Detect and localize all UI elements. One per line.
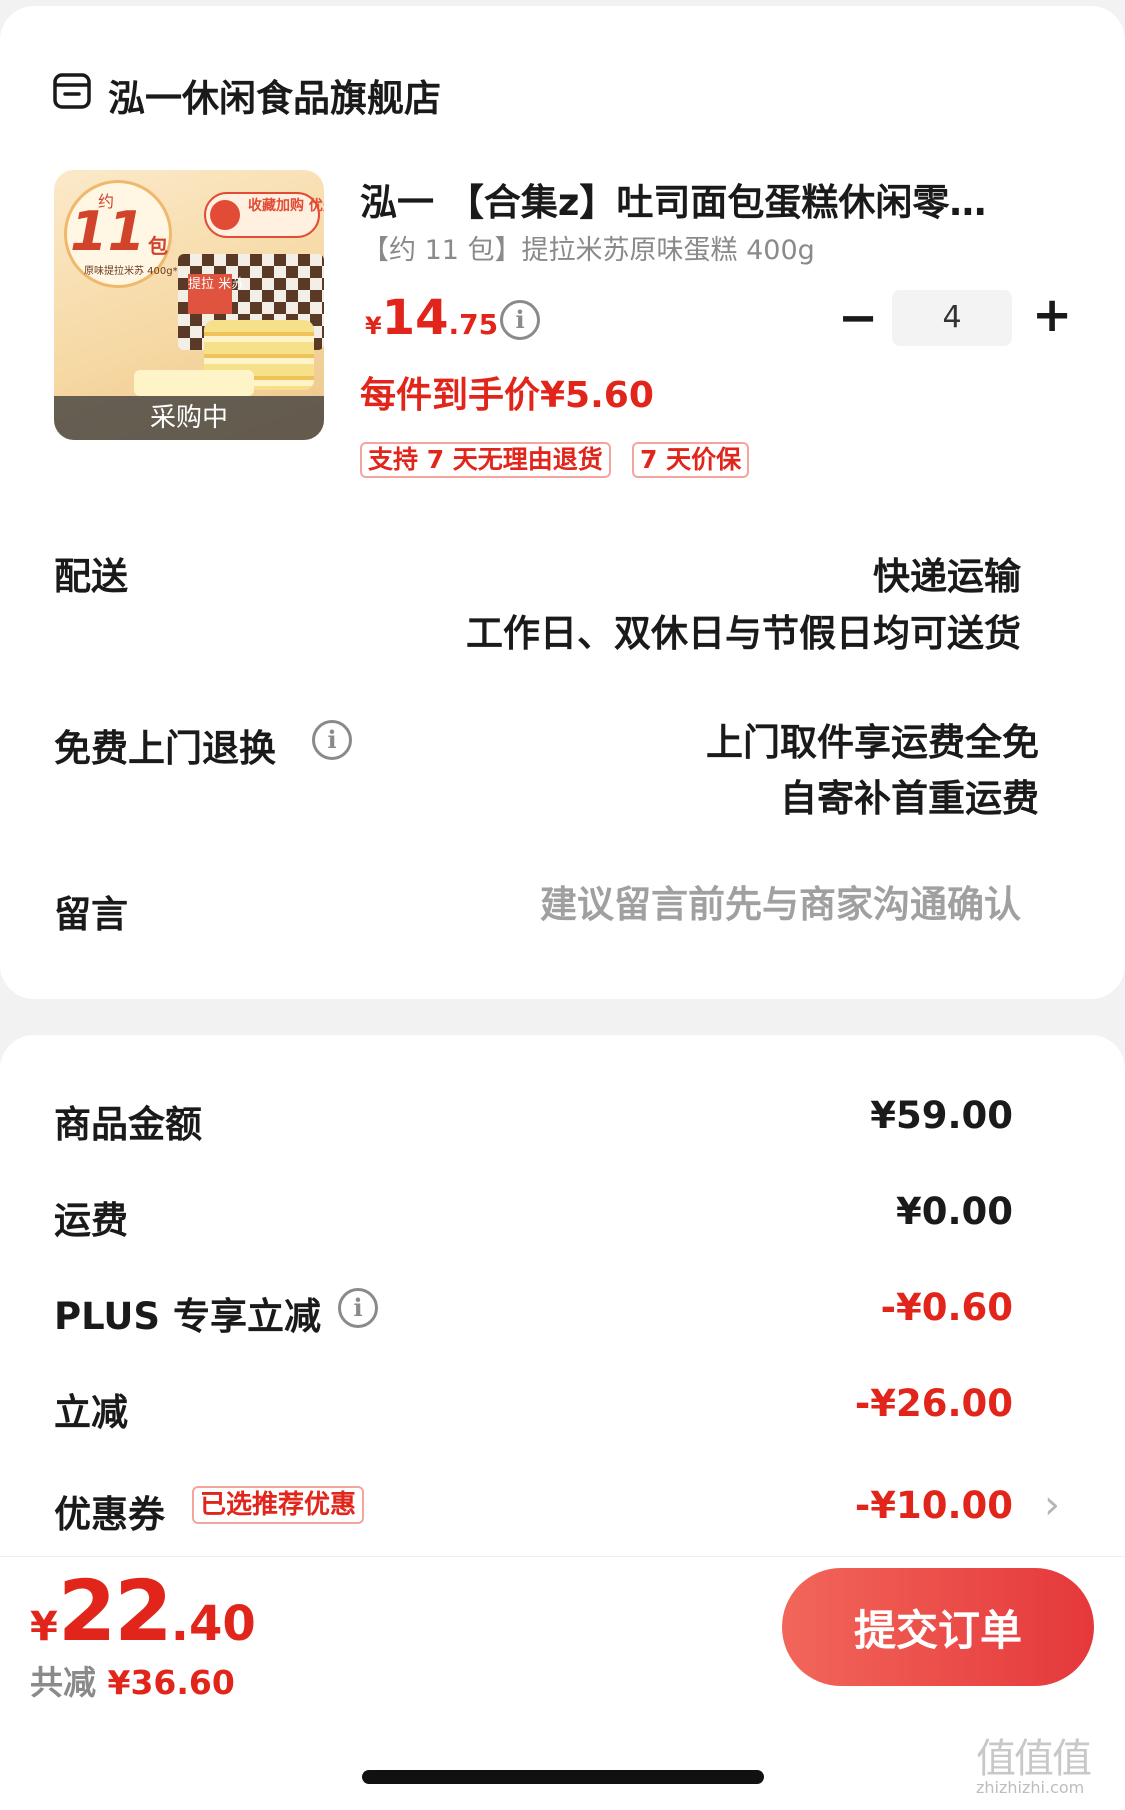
quantity-increase-button[interactable]: +: [1032, 291, 1072, 342]
purchasing-status-overlay: 采购中: [54, 396, 324, 440]
price-decimal: .75: [448, 308, 499, 341]
product-spec[interactable]: 【约 11 包】提拉米苏原味蛋糕 400g: [362, 228, 815, 267]
return-pickup-text: 上门取件享运费全免: [706, 721, 1039, 764]
product-price: ¥14.75: [365, 290, 498, 346]
submit-order-button[interactable]: 提交订单: [782, 1568, 1094, 1686]
return-self-ship-text: 自寄补首重运费: [780, 777, 1039, 820]
chevron-right-icon[interactable]: ›: [1044, 1482, 1060, 1528]
shipping-fee-value: ¥0.00: [895, 1190, 1013, 1233]
quantity-decrease-button[interactable]: −: [838, 294, 878, 344]
quantity-field[interactable]: 4: [892, 290, 1012, 346]
shipping-fee-label: 运费: [54, 1199, 128, 1242]
total-savings-label: 共减: [30, 1663, 108, 1702]
coupon-recommended-tag: 已选推荐优惠: [192, 1486, 365, 1524]
free-return-label: 免费上门退换: [54, 727, 276, 770]
total-integer: 22: [57, 1562, 173, 1660]
plus-discount-info-icon[interactable]: i: [338, 1288, 378, 1328]
plus-discount-value: -¥0.60: [880, 1286, 1013, 1329]
instant-discount-value: -¥26.00: [854, 1382, 1013, 1425]
unit-price-after-discount: 每件到手价¥5.60: [360, 375, 654, 416]
home-indicator[interactable]: [362, 1770, 764, 1784]
total-savings: 共减 ¥36.60: [30, 1656, 235, 1704]
total-decimal: .40: [170, 1596, 256, 1652]
plus-discount-label: PLUS 专享立减: [54, 1295, 321, 1338]
shop-icon: [53, 73, 91, 109]
order-item-card: [0, 6, 1125, 999]
price-integer: 14: [381, 290, 449, 346]
goods-amount-label: 商品金额: [54, 1103, 202, 1146]
price-currency: ¥: [365, 312, 382, 340]
store-name[interactable]: 泓一休闲食品旗舰店: [108, 68, 441, 122]
total-currency: ¥: [30, 1604, 58, 1650]
product-image[interactable]: 约 11 包 原味提拉米苏 400g*1箱 收藏加购 优先发货 提拉 米苏 采购…: [54, 170, 324, 440]
delivery-method[interactable]: 快递运输: [873, 546, 1021, 600]
coupon-value[interactable]: -¥10.00: [855, 1484, 1013, 1527]
delivery-label: 配送: [54, 555, 128, 598]
pack-count-number: 11: [70, 200, 146, 263]
watermark-logo: 值值值: [976, 1736, 1092, 1782]
goods-amount-value: ¥59.00: [870, 1094, 1013, 1137]
pack-count-unit: 包: [148, 234, 168, 258]
cake-slice-illustration: [134, 370, 254, 396]
coupon-label[interactable]: 优惠券: [54, 1484, 165, 1538]
box-label: 提拉 米苏: [188, 274, 244, 314]
return-info-icon[interactable]: i: [312, 720, 352, 760]
product-title[interactable]: 泓一 【合集z】吐司面包蛋糕休闲零…: [360, 172, 1040, 226]
message-input[interactable]: [461, 878, 1021, 930]
instant-discount-label: 立减: [54, 1391, 128, 1434]
delivery-schedule[interactable]: 工作日、双休日与节假日均可送货: [466, 603, 1021, 657]
message-label: 留言: [54, 893, 128, 936]
return-policy-badge: 支持 7 天无理由退货: [360, 442, 611, 478]
cart-icon: [210, 200, 240, 230]
price-info-icon[interactable]: i: [500, 300, 540, 340]
watermark-site: zhizhizhi.com: [976, 1778, 1085, 1797]
price-protection-badge: 7 天价保: [632, 442, 750, 478]
total-savings-amount: ¥36.60: [107, 1663, 235, 1702]
total-price: ¥22.40: [30, 1562, 256, 1660]
